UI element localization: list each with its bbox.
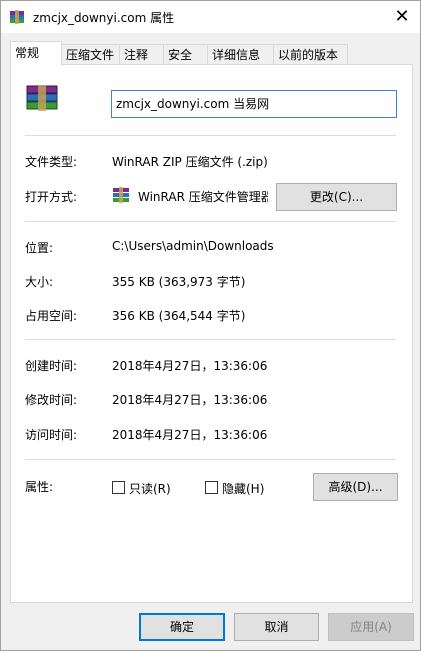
winrar-archive-icon — [10, 10, 24, 24]
cancel-button[interactable]: 取消 — [234, 613, 319, 641]
accessed-value: 2018年4月27日，13:36:06 — [112, 428, 268, 442]
title-bar[interactable]: zmcjx_downyi.com 属性 ✕ — [1, 1, 420, 33]
readonly-checkbox[interactable] — [112, 481, 125, 494]
attributes-label: 属性: — [25, 480, 54, 494]
winrar-app-icon — [113, 187, 129, 203]
location-label: 位置: — [25, 241, 54, 255]
file-name-input[interactable]: zmcjx_downyi.com 当易网 — [111, 90, 397, 118]
tab-archive[interactable]: 压缩文件 — [61, 44, 120, 64]
size-label: 大小: — [25, 275, 54, 289]
tab-security[interactable]: 安全 — [163, 44, 208, 64]
separator — [25, 459, 396, 460]
modified-value: 2018年4月27日，13:36:06 — [112, 393, 268, 407]
hidden-label: 隐藏(H) — [222, 482, 265, 496]
tab-previous-versions[interactable]: 以前的版本 — [273, 44, 348, 64]
location-value: C:\Users\admin\Downloads — [112, 239, 274, 253]
ok-button[interactable]: 确定 — [139, 613, 225, 641]
close-button[interactable]: ✕ — [390, 5, 414, 29]
file-type-label: 文件类型: — [25, 155, 78, 169]
tab-general[interactable]: 常规 — [10, 41, 62, 66]
separator — [25, 221, 396, 222]
created-value: 2018年4月27日，13:36:06 — [112, 359, 268, 373]
window-title: zmcjx_downyi.com 属性 — [33, 11, 175, 25]
disk-size-value: 356 KB (364,544 字节) — [112, 309, 246, 323]
advanced-button[interactable]: 高级(D)... — [313, 473, 398, 501]
winrar-archive-icon — [26, 85, 58, 111]
disk-size-label: 占用空间: — [25, 309, 78, 323]
modified-label: 修改时间: — [25, 393, 78, 407]
tab-comment[interactable]: 注释 — [119, 44, 164, 64]
readonly-label: 只读(R) — [129, 482, 171, 496]
properties-dialog: zmcjx_downyi.com 属性 ✕ 常规 压缩文件 注释 安全 详细信息… — [0, 0, 421, 651]
general-panel: zmcjx_downyi.com 当易网 文件类型: WinRAR ZIP 压缩… — [10, 64, 413, 603]
apply-button[interactable]: 应用(A) — [328, 613, 414, 641]
close-icon: ✕ — [394, 6, 410, 27]
hidden-checkbox[interactable] — [205, 481, 218, 494]
open-with-label: 打开方式: — [25, 190, 78, 204]
open-with-value: WinRAR 压缩文件管理器 — [138, 190, 268, 204]
created-label: 创建时间: — [25, 359, 78, 373]
accessed-label: 访问时间: — [25, 428, 78, 442]
separator — [25, 339, 396, 340]
change-button[interactable]: 更改(C)... — [276, 183, 397, 211]
size-value: 355 KB (363,973 字节) — [112, 275, 246, 289]
file-type-value: WinRAR ZIP 压缩文件 (.zip) — [112, 155, 268, 169]
separator — [25, 135, 396, 136]
tab-details[interactable]: 详细信息 — [207, 44, 274, 64]
